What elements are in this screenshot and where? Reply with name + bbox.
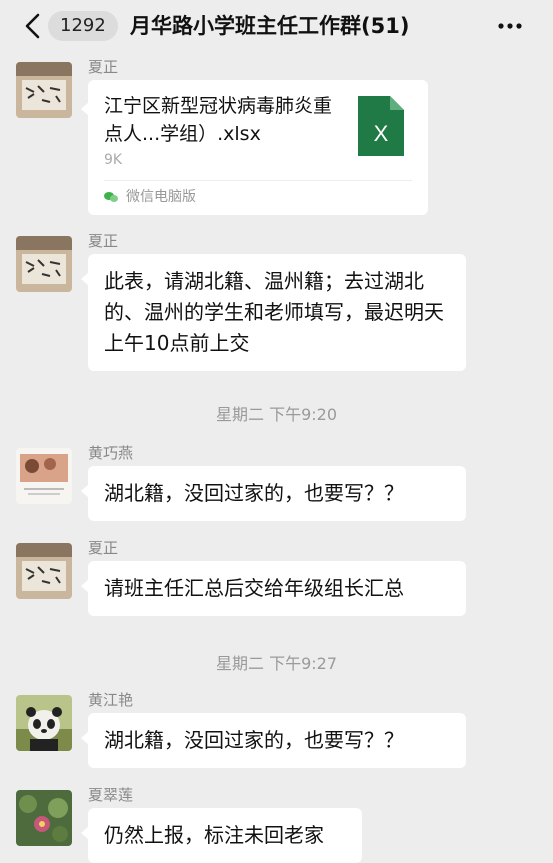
time-divider: 星期二 下午9:20: [215, 405, 338, 424]
message-bubble[interactable]: 此表，请湖北籍、温州籍；去过湖北的、温州的学生和老师填写，最迟明天上午10点前上…: [81, 254, 466, 371]
chat-header: 1292 月华路小学班主任工作群(51): [0, 0, 553, 52]
avatar[interactable]: [16, 790, 72, 846]
sender-name: 夏正: [88, 539, 119, 557]
back-chevron-icon[interactable]: [22, 12, 46, 40]
file-size: 9K: [104, 152, 123, 168]
message-bubble[interactable]: 湖北籍，没回过家的，也要写？？: [81, 713, 466, 768]
wechat-pc-icon: [104, 192, 118, 202]
avatar[interactable]: [16, 236, 72, 292]
file-source: 微信电脑版: [126, 189, 196, 205]
message-bubble[interactable]: 仍然上报，标注未回老家: [81, 808, 362, 863]
sender-name: 夏正: [88, 58, 119, 76]
excel-letter: X: [374, 121, 389, 146]
excel-file-icon: X: [358, 96, 404, 156]
avatar[interactable]: [16, 543, 72, 599]
more-dots-icon[interactable]: [497, 14, 523, 38]
unread-count-badge[interactable]: 1292: [48, 11, 118, 41]
sender-name: 夏正: [88, 232, 119, 250]
sender-name: 黄巧燕: [88, 444, 134, 462]
message-bubble[interactable]: 湖北籍，没回过家的，也要写？？: [81, 466, 466, 521]
file-name: 江宁区新型冠状病毒肺炎重点人...学组）.xlsx: [104, 95, 333, 145]
message-bubble[interactable]: 请班主任汇总后交给年级组长汇总: [81, 561, 466, 616]
avatar[interactable]: [16, 695, 72, 751]
sender-name: 夏翠莲: [88, 786, 134, 804]
time-divider: 星期二 下午9:27: [215, 654, 338, 673]
sender-name: 黄江艳: [88, 691, 134, 709]
avatar[interactable]: [16, 62, 72, 118]
avatar[interactable]: [16, 448, 72, 504]
chat-title: 月华路小学班主任工作群(51): [130, 14, 410, 38]
divider: [104, 180, 412, 181]
file-card[interactable]: 江宁区新型冠状病毒肺炎重点人...学组）.xlsx 9K X 微信电脑版: [81, 80, 428, 215]
